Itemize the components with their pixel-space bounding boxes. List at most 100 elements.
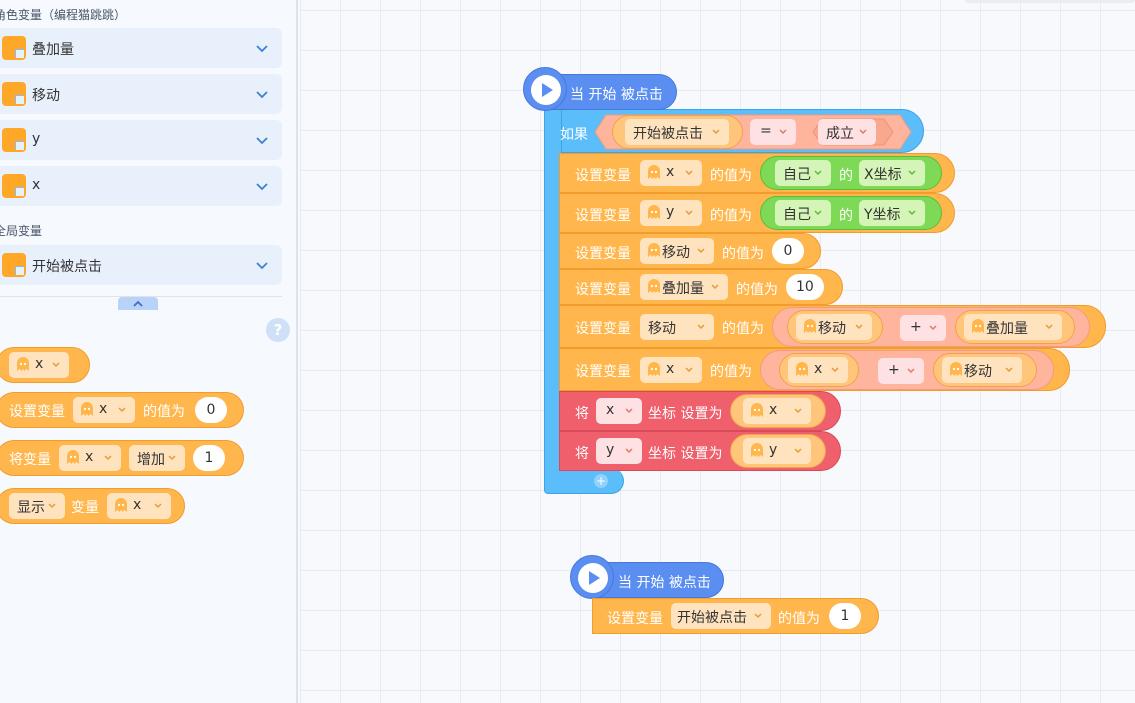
- add-operator-reporter[interactable]: 移动 + 叠加量: [772, 307, 1090, 347]
- if-block-footer: [544, 468, 624, 494]
- chevron-down-icon: [794, 448, 802, 454]
- set-variable-block[interactable]: 设置变量 x 的值为 自己 的 X坐标: [559, 153, 955, 193]
- ghost-icon: [648, 279, 660, 293]
- variable-dropdown[interactable]: 移动: [942, 357, 1022, 383]
- variable-reporter[interactable]: 移动: [933, 353, 1037, 387]
- value-input[interactable]: 0: [772, 238, 804, 264]
- value-input[interactable]: 0: [195, 397, 227, 423]
- role-variables-title: 角色变量（编程猫跳跳）: [0, 8, 127, 22]
- help-icon[interactable]: ?: [266, 318, 290, 342]
- variable-reporter[interactable]: x: [730, 394, 826, 428]
- set-variable-block[interactable]: 设置变量 y 的值为 自己 的 Y坐标: [559, 193, 955, 233]
- property-dropdown[interactable]: Y坐标: [859, 200, 925, 226]
- show-variable-block[interactable]: 显示 变量 x: [0, 488, 185, 524]
- variable-dropdown[interactable]: x: [9, 352, 69, 378]
- variable-dropdown[interactable]: 开始被点击: [671, 603, 771, 629]
- variable-dropdown[interactable]: 叠加量: [964, 314, 1062, 340]
- variable-dropdown[interactable]: x: [73, 397, 135, 423]
- variable-dropdown[interactable]: y: [640, 200, 702, 226]
- set-variable-block[interactable]: 设置变量 移动 的值为 0: [559, 233, 821, 269]
- object-dropdown[interactable]: 自己: [775, 160, 831, 186]
- variable-dropdown[interactable]: x: [59, 445, 121, 471]
- variable-dropdown[interactable]: x: [107, 493, 171, 519]
- variable-dropdown[interactable]: 叠加量: [640, 274, 728, 300]
- property-dropdown[interactable]: X坐标: [859, 160, 925, 186]
- self-property-reporter[interactable]: 自己 的 X坐标: [760, 156, 942, 190]
- operator-dropdown[interactable]: +: [900, 315, 946, 341]
- chevron-down-icon: [831, 367, 839, 373]
- change-variable-block[interactable]: 将变量 x 增加 1: [0, 440, 244, 476]
- variable-dropdown[interactable]: 移动: [640, 238, 714, 264]
- self-property-reporter[interactable]: 自己 的 Y坐标: [760, 196, 942, 230]
- set-variable-block[interactable]: 设置变量 移动 的值为 移动 + 叠加量: [559, 305, 1106, 348]
- add-operator-reporter[interactable]: x + 移动: [760, 350, 1054, 390]
- ghost-icon: [751, 443, 763, 457]
- variable-reporter[interactable]: 叠加量: [955, 310, 1075, 344]
- variable-dropdown[interactable]: x: [788, 357, 848, 383]
- variable-dropdown[interactable]: 移动: [640, 314, 714, 340]
- chevron-down-icon[interactable]: [254, 40, 270, 56]
- axis-dropdown[interactable]: y: [596, 438, 642, 464]
- axis-dropdown[interactable]: x: [596, 398, 642, 424]
- variable-item-move[interactable]: 移动: [0, 74, 282, 114]
- chevron-down-icon: [908, 210, 916, 216]
- chevron-down-icon: [685, 210, 693, 216]
- chevron-down-icon: [859, 129, 867, 135]
- variable-reporter-block[interactable]: x: [0, 347, 90, 383]
- operator-dropdown[interactable]: =: [750, 119, 796, 145]
- chevron-down-icon: [104, 455, 112, 461]
- chevron-down-icon: [929, 325, 937, 331]
- chevron-down-icon: [814, 170, 822, 176]
- variable-icon: [2, 36, 26, 60]
- object-dropdown[interactable]: 自己: [775, 200, 831, 226]
- variable-reporter[interactable]: x: [779, 353, 859, 387]
- chevron-down-icon[interactable]: [254, 86, 270, 102]
- chevron-down-icon: [711, 284, 719, 290]
- chevron-down-icon[interactable]: [254, 257, 270, 273]
- collapse-button[interactable]: [118, 297, 158, 310]
- value-input[interactable]: 1: [193, 445, 225, 471]
- ghost-icon: [804, 319, 816, 333]
- chevron-down-icon[interactable]: [254, 132, 270, 148]
- chevron-down-icon: [48, 503, 56, 509]
- play-icon: [523, 67, 567, 111]
- variable-reporter[interactable]: y: [730, 434, 826, 468]
- variable-dropdown[interactable]: y: [743, 438, 811, 464]
- chevron-down-icon: [855, 324, 863, 330]
- chevron-down-icon: [907, 368, 915, 374]
- variable-name: 移动: [32, 88, 60, 104]
- variable-name: x: [32, 177, 41, 193]
- variable-icon: [2, 128, 26, 152]
- variable-name: 叠加量: [32, 42, 74, 58]
- condition-value-dropdown[interactable]: 成立: [818, 119, 876, 145]
- chevron-down-icon[interactable]: [254, 178, 270, 194]
- variable-item-y[interactable]: y: [0, 120, 282, 160]
- ghost-icon: [751, 403, 763, 417]
- value-input[interactable]: 1: [829, 603, 861, 629]
- chevron-down-icon: [154, 503, 162, 509]
- set-variable-block[interactable]: 设置变量 x 的值为 0: [0, 392, 244, 428]
- variable-reporter[interactable]: 移动: [787, 310, 883, 344]
- chevron-down-icon: [779, 129, 787, 135]
- variable-dropdown[interactable]: x: [640, 160, 702, 186]
- variable-dropdown[interactable]: 开始被点击: [625, 119, 729, 145]
- set-variable-block[interactable]: 设置变量 开始被点击 的值为 1: [592, 598, 879, 634]
- variable-dropdown[interactable]: x: [640, 357, 702, 383]
- set-coordinate-block[interactable]: 将 x 坐标 设置为 x: [559, 391, 841, 431]
- show-mode-dropdown[interactable]: 显示: [9, 493, 65, 519]
- variable-item-start-clicked[interactable]: 开始被点击: [0, 245, 282, 285]
- variable-item-x[interactable]: x: [0, 166, 282, 206]
- set-variable-block[interactable]: 设置变量 叠加量 的值为 10: [559, 269, 843, 305]
- variable-dropdown[interactable]: x: [743, 398, 811, 424]
- value-input[interactable]: 10: [786, 274, 824, 300]
- add-branch-icon[interactable]: +: [594, 474, 608, 488]
- variable-item-stack[interactable]: 叠加量: [0, 28, 282, 68]
- variable-dropdown[interactable]: 移动: [796, 314, 872, 340]
- set-variable-block[interactable]: 设置变量 x 的值为 x + 移动: [559, 348, 1070, 391]
- variable-reporter[interactable]: 开始被点击: [612, 115, 743, 149]
- variable-icon: [2, 174, 26, 198]
- operation-dropdown[interactable]: 增加: [129, 445, 185, 471]
- operator-dropdown[interactable]: +: [878, 358, 924, 384]
- set-coordinate-block[interactable]: 将 y 坐标 设置为 y: [559, 431, 841, 471]
- play-icon: [570, 555, 614, 599]
